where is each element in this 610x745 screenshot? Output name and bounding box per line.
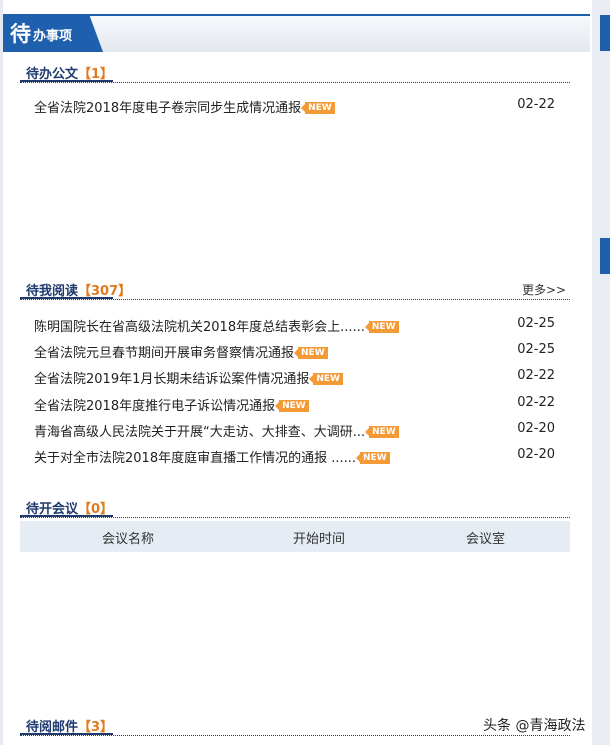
header-title-big: 待 — [10, 22, 31, 46]
list-item[interactable]: 全省法院2018年度电子卷宗同步生成情况通报 NEW 02-22 — [34, 97, 559, 119]
new-badge: NEW — [294, 347, 328, 359]
list-item[interactable]: 陈明国院长在省高级法院机关2018年度总结表彰会上...... NEW 02-25 — [34, 316, 559, 338]
new-badge: NEW — [309, 373, 343, 385]
todo-header: 待 办事项 — [3, 14, 590, 52]
list-item-date: 02-25 — [517, 342, 555, 357]
column-header-start-time: 开始时间 — [293, 532, 346, 547]
list-item-title[interactable]: 关于对全市法院2018年度庭审直播工作情况的通报 ...... NEW — [34, 447, 390, 466]
list-item-date: 02-22 — [517, 97, 555, 112]
meeting-table-header: 会议名称 开始时间 会议室 — [20, 521, 570, 552]
new-badge: NEW — [364, 321, 399, 333]
section-divider — [20, 299, 570, 300]
list-item[interactable]: 关于对全市法院2018年度庭审直播工作情况的通报 ...... NEW 02-20 — [34, 447, 559, 469]
list-item-date: 02-22 — [517, 395, 555, 410]
right-panel-edge — [592, 0, 610, 745]
watermark: 头条 @青海政法 — [483, 718, 586, 734]
new-badge: NEW — [356, 452, 390, 464]
new-badge: NEW — [301, 102, 335, 114]
more-link[interactable]: 更多>> — [522, 281, 566, 298]
list-item-date: 02-22 — [517, 368, 555, 383]
list-item[interactable]: 全省法院2018年度推行电子诉讼情况通报 NEW 02-22 — [34, 395, 559, 417]
column-header-meeting-name: 会议名称 — [102, 532, 155, 547]
list-item-date: 02-25 — [517, 316, 555, 331]
left-border — [0, 0, 3, 745]
section-divider — [20, 735, 570, 736]
new-badge: NEW — [365, 426, 399, 438]
list-item-title[interactable]: 全省法院2018年度电子卷宗同步生成情况通报 NEW — [34, 97, 335, 116]
list-item-date: 02-20 — [517, 447, 555, 462]
section-divider — [20, 517, 570, 518]
list-item-title[interactable]: 全省法院2018年度推行电子诉讼情况通报 NEW — [34, 395, 309, 414]
right-panel-tab[interactable] — [600, 238, 610, 274]
header-title-small: 办事项 — [33, 29, 73, 44]
list-item-title[interactable]: 青海省高级人民法院关于开展“大走访、大排查、大调研... NEW — [34, 421, 399, 440]
new-badge: NEW — [275, 400, 309, 412]
list-item-title[interactable]: 陈明国院长在省高级法院机关2018年度总结表彰会上...... NEW — [34, 316, 399, 335]
list-item-date: 02-20 — [517, 421, 555, 436]
section-divider — [20, 82, 570, 83]
list-item-title[interactable]: 全省法院元旦春节期间开展审务督察情况通报 NEW — [34, 342, 328, 361]
right-panel-tab[interactable] — [600, 15, 610, 51]
column-header-room: 会议室 — [466, 532, 506, 547]
list-item[interactable]: 全省法院2019年1月长期未结诉讼案件情况通报 NEW 02-22 — [34, 368, 559, 390]
todo-header-tab: 待 办事项 — [3, 14, 103, 52]
list-item[interactable]: 全省法院元旦春节期间开展审务督察情况通报 NEW 02-25 — [34, 342, 559, 364]
list-item-title[interactable]: 全省法院2019年1月长期未结诉讼案件情况通报 NEW — [34, 368, 343, 387]
list-item[interactable]: 青海省高级人民法院关于开展“大走访、大排查、大调研... NEW 02-20 — [34, 421, 559, 443]
